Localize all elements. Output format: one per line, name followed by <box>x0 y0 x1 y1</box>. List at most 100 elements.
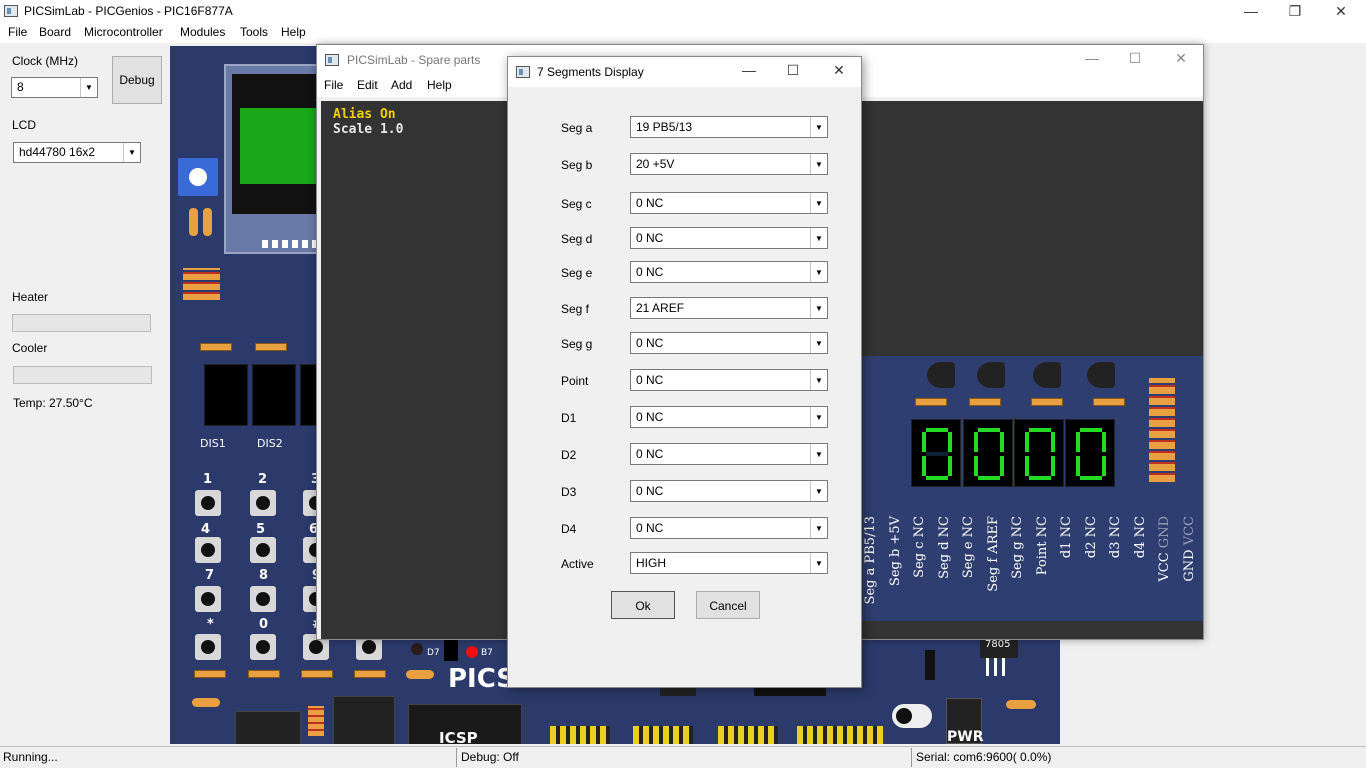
pin-connection: NC <box>1083 516 1099 538</box>
pin-select-seg-e[interactable]: 0 NC ▼ <box>630 261 828 283</box>
menu-modules[interactable]: Modules <box>180 25 225 39</box>
close-button[interactable]: ✕ <box>1318 0 1364 22</box>
lcd-screen <box>240 108 318 184</box>
key-7-button[interactable] <box>195 586 221 612</box>
pin-select-d2[interactable]: 0 NC ▼ <box>630 443 828 465</box>
cancel-button[interactable]: Cancel <box>696 591 760 619</box>
seven-segment-digit <box>1014 419 1064 487</box>
pin-label-gnd: GND VCC <box>1182 516 1197 582</box>
cooler-label: Cooler <box>12 341 48 355</box>
capacitor <box>189 208 198 236</box>
pin-name: GND <box>1181 549 1197 582</box>
pin-select-d3[interactable]: 0 NC ▼ <box>630 480 828 502</box>
pin-label-seg-a: Seg a PB5/13 <box>863 516 878 604</box>
menu-help[interactable]: Help <box>281 25 306 39</box>
digit-segments <box>1025 428 1055 480</box>
spare-menu-edit[interactable]: Edit <box>357 78 378 92</box>
digit-segments <box>974 428 1004 480</box>
pin-name: d3 <box>1108 541 1123 559</box>
pin-select-active[interactable]: HIGH ▼ <box>630 552 828 574</box>
menu-tools[interactable]: Tools <box>240 25 268 39</box>
spare-menu-help[interactable]: Help <box>427 78 452 92</box>
pin-select-value: 21 AREF <box>636 301 685 315</box>
seven-segment-digit <box>963 419 1013 487</box>
power-label: PWR <box>947 729 984 744</box>
spare-menu-add[interactable]: Add <box>391 78 412 92</box>
pin-name: Seg f <box>985 557 1001 592</box>
dialog-minimize-button[interactable]: — <box>726 59 772 81</box>
spare-close-button[interactable]: ✕ <box>1158 47 1204 69</box>
pin-select-point[interactable]: 0 NC ▼ <box>630 369 828 391</box>
lcd-select[interactable]: hd44780 16x2 ▼ <box>13 142 141 163</box>
key-8-button[interactable] <box>250 586 276 612</box>
key-4-button[interactable] <box>195 537 221 563</box>
main-title-bar: PICSimLab - PICGenios - PIC16F877A — ❐ ✕ <box>0 0 1366 22</box>
pin-label-point: Point NC <box>1035 516 1050 575</box>
dialog-close-button[interactable]: ✕ <box>816 59 862 81</box>
ok-button[interactable]: Ok <box>611 591 675 619</box>
power-jack <box>892 704 932 728</box>
key-5-button[interactable] <box>250 537 276 563</box>
spare-menu-file[interactable]: File <box>324 78 343 92</box>
key-0-button[interactable] <box>250 634 276 660</box>
capacitor <box>1006 700 1036 709</box>
pin-select-value: 0 NC <box>636 265 664 279</box>
row-label-seg-c: Seg c <box>561 197 592 211</box>
seven-segment-digit <box>252 364 296 426</box>
resistor <box>248 343 294 351</box>
resistor <box>1086 398 1132 406</box>
key-1-button[interactable] <box>195 490 221 516</box>
pin-header <box>550 726 610 744</box>
app-icon <box>516 66 530 78</box>
pin-select-seg-d[interactable]: 0 NC ▼ <box>630 227 828 249</box>
led-housing <box>444 639 458 661</box>
seven-segment-part[interactable]: Seg a PB5/13 Seg b +5V Seg c NC Seg d NC Seg… <box>861 356 1203 621</box>
spare-maximize-button[interactable]: ☐ <box>1112 47 1158 69</box>
resistor <box>1024 398 1070 406</box>
heater-label: Heater <box>12 290 49 304</box>
menu-board[interactable]: Board <box>39 25 71 39</box>
pin-header <box>797 726 883 744</box>
pin-connection: PB5/13 <box>863 516 878 564</box>
pin-name: d2 <box>1083 541 1099 559</box>
chevron-down-icon: ▼ <box>810 444 827 464</box>
key-2-button[interactable] <box>250 490 276 516</box>
pin-select-value: 0 NC <box>636 410 664 424</box>
minimize-button[interactable]: — <box>1228 0 1274 22</box>
menu-microcontroller[interactable]: Microcontroller <box>84 25 163 39</box>
pin-label-vcc: VCC GND <box>1157 516 1172 582</box>
seven-segment-digit <box>1065 419 1115 487</box>
led-d7 <box>411 643 423 655</box>
chevron-down-icon: ▼ <box>810 298 827 318</box>
pin-name: Seg c <box>912 541 927 578</box>
pin-connection: NC <box>1108 516 1123 538</box>
potentiometer[interactable] <box>178 158 218 196</box>
ic-chip <box>235 711 301 744</box>
chevron-down-icon: ▼ <box>810 262 827 282</box>
key-star-button[interactable] <box>195 634 221 660</box>
spare-minimize-button[interactable]: — <box>1069 47 1115 69</box>
app-icon <box>4 5 18 17</box>
pin-select-seg-g[interactable]: 0 NC ▼ <box>630 332 828 354</box>
debug-button[interactable]: Debug <box>112 56 162 104</box>
lcd-frame <box>232 74 318 214</box>
resistor <box>241 670 287 678</box>
clock-value: 8 <box>17 80 24 94</box>
pin-select-seg-f[interactable]: 21 AREF ▼ <box>630 297 828 319</box>
pin-select-d4[interactable]: 0 NC ▼ <box>630 517 828 539</box>
restore-button[interactable]: ❐ <box>1272 0 1318 22</box>
dialog-maximize-button[interactable]: ☐ <box>770 59 816 81</box>
pin-select-seg-c[interactable]: 0 NC ▼ <box>630 192 828 214</box>
diode <box>925 650 935 680</box>
clock-select[interactable]: 8 ▼ <box>11 77 98 98</box>
pin-select-seg-a[interactable]: 19 PB5/13 ▼ <box>630 116 828 138</box>
regulator-label: 7805 <box>985 639 1011 650</box>
pin-select-seg-b[interactable]: 20 +5V ▼ <box>630 153 828 175</box>
pin-select-value: 20 +5V <box>636 157 675 171</box>
resistor <box>908 398 954 406</box>
pin-select-d1[interactable]: 0 NC ▼ <box>630 406 828 428</box>
power-switch[interactable]: PWR <box>946 698 984 744</box>
row-label-d3: D3 <box>561 485 577 499</box>
pin-connection: NC <box>936 516 952 538</box>
menu-file[interactable]: File <box>8 25 27 39</box>
